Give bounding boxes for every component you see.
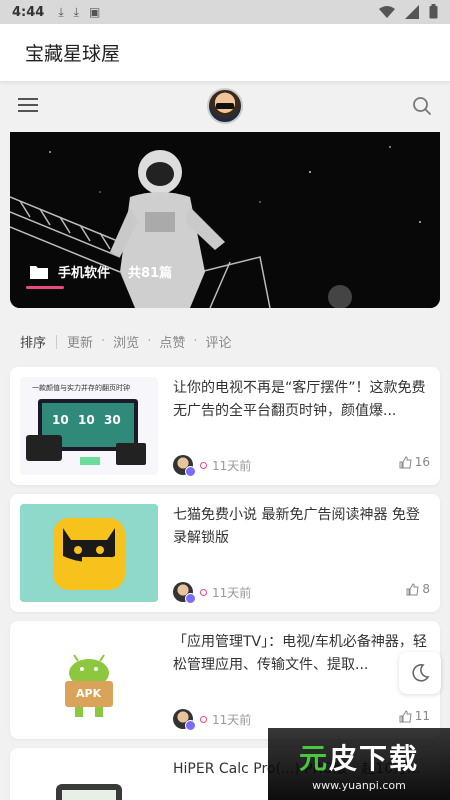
post-card[interactable]: APK 「应用管理TV」：电视/车机必备神器，轻松管理应用、传输文件、提取...… — [10, 621, 440, 739]
search-icon[interactable] — [412, 96, 432, 116]
status-bar: 4:44 ⤓ ⤓ ▣ — [0, 0, 450, 24]
status-time: 4:44 — [12, 4, 45, 20]
clock-digit: 10 — [52, 413, 69, 427]
post-time: 11天前 — [212, 458, 252, 473]
thumbs-up-icon — [399, 455, 412, 468]
post-count: 共81篇 — [128, 266, 173, 281]
notification-a-icon: ▣ — [88, 5, 101, 19]
hero-category: 手机软件 共81篇 — [30, 262, 172, 281]
thumbs-up-icon — [399, 709, 412, 722]
post-meta: 11天前 — [173, 455, 252, 477]
avatar[interactable] — [207, 88, 243, 124]
post-thumbnail — [20, 504, 158, 602]
divider — [56, 334, 58, 349]
featured-banner[interactable]: 手机软件 共81篇 — [10, 132, 440, 308]
clock-digit: 10 — [78, 413, 95, 427]
author-avatar[interactable] — [173, 455, 196, 477]
astronaut-illustration — [10, 132, 440, 308]
watermark-logo: 元皮下载 www.yuanpi.com — [268, 728, 450, 800]
wifi-icon — [379, 5, 395, 18]
sort-option-update[interactable]: 更新 — [67, 332, 93, 351]
like-count[interactable]: 8 — [406, 582, 430, 596]
dark-mode-toggle[interactable] — [399, 652, 441, 694]
post-title[interactable]: 七猫免费小说 最新免广告阅读神器 免登录解锁版 — [173, 504, 428, 550]
banner-indicator — [26, 286, 64, 289]
clock-digit: 30 — [104, 413, 121, 427]
menu-icon[interactable] — [18, 96, 38, 114]
sort-label: 排序 — [20, 336, 47, 351]
like-count[interactable]: 11 — [399, 709, 430, 723]
thumbnail-caption: 一款颜值与实力并存的翻页时钟 — [32, 384, 130, 392]
battery-icon — [429, 4, 438, 19]
like-count[interactable]: 16 — [399, 455, 430, 469]
thumbs-up-icon — [406, 582, 419, 595]
sort-bar: 排序 更新 · 浏览 · 点赞 · 评论 — [20, 332, 232, 351]
post-thumbnail — [20, 758, 158, 800]
sort-option-views[interactable]: 浏览 — [113, 332, 139, 351]
signal-icon — [405, 4, 419, 19]
author-avatar[interactable] — [173, 709, 196, 731]
folder-icon — [30, 265, 48, 279]
post-card[interactable]: 七猫免费小说 最新免广告阅读神器 免登录解锁版 11天前 8 — [10, 494, 440, 612]
app-bar: 宝藏星球屋 — [0, 24, 450, 81]
apk-label: APK — [76, 687, 102, 700]
sort-option-likes[interactable]: 点赞 — [159, 332, 185, 351]
post-card[interactable]: 一款颜值与实力并存的翻页时钟 10 10 30 让你的电视不再是“客厅摆件”！这… — [10, 367, 440, 485]
post-meta: 11天前 — [173, 709, 252, 731]
nav-row — [0, 84, 450, 130]
post-title[interactable]: 「应用管理TV」：电视/车机必备神器，轻松管理应用、传输文件、提取... — [173, 631, 428, 677]
post-time: 11天前 — [212, 712, 252, 727]
post-title[interactable]: 让你的电视不再是“客厅摆件”！这款免费无广告的全平台翻页时钟，颜值爆... — [173, 377, 428, 423]
post-meta: 11天前 — [173, 582, 252, 604]
sort-option-comments[interactable]: 评论 — [205, 332, 231, 351]
moon-icon — [412, 664, 430, 682]
app-title: 宝藏星球屋 — [25, 43, 121, 65]
watermark-url: www.yuanpi.com — [312, 778, 406, 792]
download-icon: ⤓ — [73, 4, 79, 19]
post-time: 11天前 — [212, 585, 252, 600]
post-thumbnail: 一款颜值与实力并存的翻页时钟 10 10 30 — [20, 377, 158, 475]
post-thumbnail: APK — [20, 631, 158, 729]
author-avatar[interactable] — [173, 582, 196, 604]
download-icon: ⤓ — [58, 4, 64, 19]
category-name: 手机软件 — [58, 266, 111, 281]
